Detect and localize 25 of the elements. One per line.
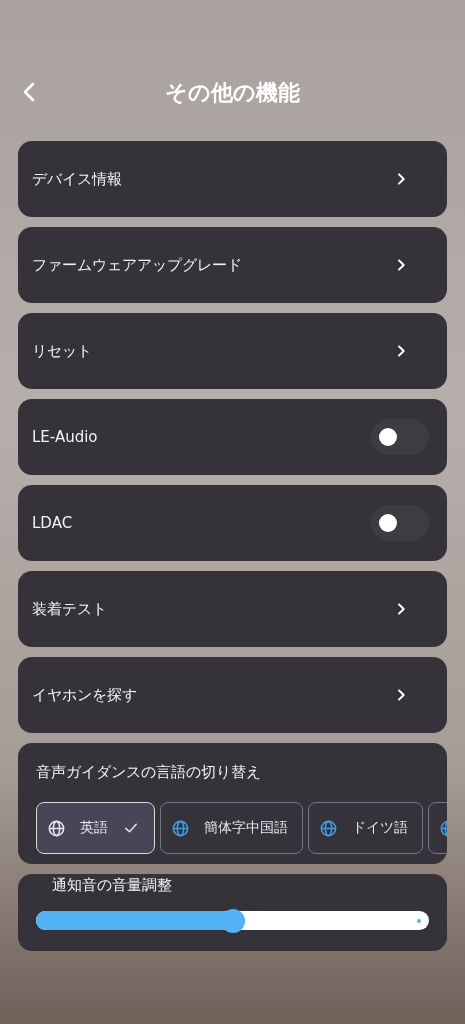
item-label: LDAC (32, 514, 73, 532)
item-label: デバイス情報 (32, 169, 122, 189)
settings-item[interactable]: デバイス情報 (18, 141, 447, 217)
slider-track[interactable] (36, 911, 429, 930)
item-label: 装着テスト (32, 599, 107, 619)
language-chip[interactable]: 英語 (36, 802, 155, 854)
page-title: その他の機能 (165, 79, 300, 107)
section-title: 通知音の音量調整 (52, 876, 173, 895)
item-label: イヤホンを探す (32, 685, 137, 705)
settings-item[interactable]: ファームウェアアップグレード (18, 227, 447, 303)
globe-icon (319, 818, 338, 838)
settings-item[interactable]: リセット (18, 313, 447, 389)
globe-icon (171, 818, 190, 838)
item-label: リセット (32, 341, 92, 361)
track-end-dot (417, 919, 421, 923)
settings-item[interactable]: 装着テスト (18, 571, 447, 647)
toggle-switch[interactable] (371, 419, 429, 455)
item-label: ファームウェアアップグレード (32, 255, 242, 275)
language-chip[interactable]: 簡体字中国語 (160, 802, 303, 854)
globe-icon (47, 818, 66, 838)
section-title: 音声ガイダンスの言語の切り替え (36, 763, 262, 782)
toggle-switch[interactable] (371, 505, 429, 541)
item-label: LE-Audio (32, 428, 98, 446)
settings-item[interactable]: イヤホンを探す (18, 657, 447, 733)
language-chip[interactable]: ドイツ語 (308, 802, 423, 854)
